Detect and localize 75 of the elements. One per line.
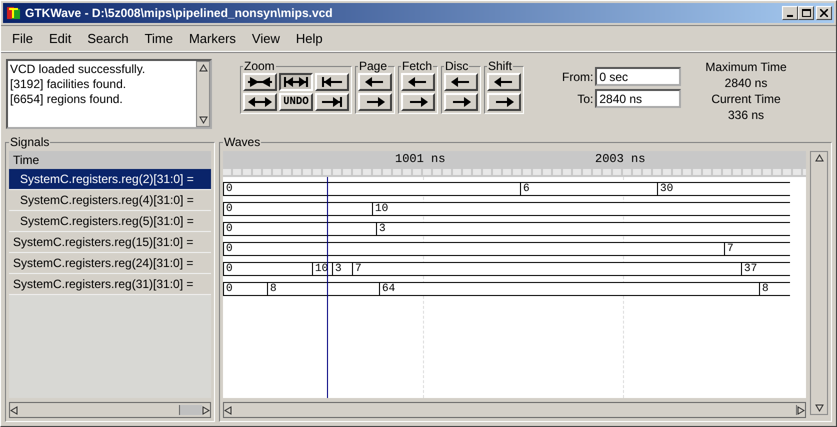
panel-title: Signals — [9, 135, 50, 149]
bus-value: 7 — [352, 262, 741, 276]
bus-value: 8 — [267, 282, 379, 296]
menu-item[interactable]: Markers — [180, 30, 244, 46]
group-label: Page — [358, 59, 388, 73]
minimize-button[interactable] — [782, 6, 798, 20]
ruler-label: 2003 ns — [595, 152, 646, 166]
signal-item[interactable]: SystemC.registers.reg(15)[31:0] = — [9, 232, 211, 253]
window-title: GTKWave - D:\5z008\mips\pipelined_nonsyn\mips.vcd — [25, 6, 333, 20]
group-label: Shift — [487, 59, 514, 73]
from-field[interactable]: 0 sec — [595, 67, 682, 86]
signal-item[interactable]: SystemC.registers.reg(24)[31:0] = — [9, 253, 211, 274]
maximize-button[interactable] — [798, 6, 814, 20]
zoom-icon — [246, 76, 274, 88]
log-line: VCD loaded successfully. — [10, 62, 146, 77]
left-arrow-icon[interactable] — [10, 406, 18, 414]
current-time-label: Current Time — [711, 91, 781, 107]
max-time-value: 2840 ns — [724, 75, 768, 91]
panel-title: Waves — [223, 135, 262, 149]
zoom-icon — [282, 76, 310, 88]
bus-value: 0 — [223, 242, 724, 256]
group-label: Zoom — [243, 59, 276, 73]
column-header: Time — [9, 151, 211, 169]
bus-value: 37 — [741, 262, 790, 276]
signal-item[interactable]: SystemC.registers.reg(2)[31:0] = — [9, 169, 211, 190]
log-line: [6654] regions found. — [10, 92, 124, 107]
bus-value: 3 — [376, 222, 790, 236]
up-arrow-icon[interactable] — [198, 64, 208, 72]
scrollbar[interactable] — [223, 402, 806, 418]
scrollbar[interactable] — [9, 402, 211, 418]
bus-value: 10 — [372, 202, 790, 216]
menu-item[interactable]: View — [244, 30, 288, 46]
menu-item[interactable]: Search — [79, 30, 137, 46]
from-label: From: — [562, 70, 594, 84]
down-arrow-icon[interactable] — [198, 116, 208, 124]
bus-value: 30 — [657, 182, 790, 196]
ruler-label: 1001 ns — [395, 152, 446, 166]
to-field[interactable]: 2840 ns — [595, 89, 682, 108]
time-marker[interactable] — [327, 177, 328, 398]
left-arrow-icon[interactable] — [224, 406, 232, 414]
bus-value: 8 — [759, 282, 790, 296]
app-icon — [7, 6, 21, 20]
scrollbar[interactable] — [810, 151, 828, 415]
signal-item[interactable]: SystemC.registers.reg(5)[31:0] = — [9, 211, 211, 232]
group-label: Fetch — [401, 59, 434, 73]
max-time-label: Maximum Time — [705, 59, 787, 75]
bus-value: 7 — [724, 242, 790, 256]
arrow-button[interactable] — [279, 73, 313, 91]
group-label: Disc — [444, 59, 470, 73]
undo-button[interactable]: UNDO — [279, 93, 313, 111]
menu-item[interactable]: Time — [136, 30, 181, 46]
right-arrow-icon[interactable] — [797, 406, 805, 414]
bus-value: 0 — [223, 262, 312, 276]
close-icon — [820, 9, 828, 17]
bus-value: 0 — [223, 202, 372, 216]
bus-value: 6 — [520, 182, 657, 196]
bus-value: 0 — [223, 222, 376, 236]
signal-item[interactable]: SystemC.registers.reg(4)[31:0] = — [9, 190, 211, 211]
close-button[interactable] — [816, 6, 832, 20]
log-line: [3192] facilities found. — [10, 77, 128, 92]
maximize-icon — [802, 9, 810, 17]
scrollbar[interactable] — [196, 61, 210, 127]
current-time-value: 336 ns — [728, 107, 764, 123]
up-arrow-icon[interactable] — [814, 154, 824, 162]
bus-value: 3 — [332, 262, 352, 276]
menu-item[interactable]: Help — [288, 30, 331, 46]
to-label: To: — [577, 92, 594, 106]
zoom-icon — [246, 96, 274, 108]
menu-item[interactable]: File — [4, 30, 41, 46]
bus-value: 64 — [379, 282, 759, 296]
down-arrow-icon[interactable] — [814, 404, 824, 412]
bus-value: 0 — [223, 182, 520, 196]
bus-value: 0 — [223, 282, 267, 296]
right-arrow-icon[interactable] — [202, 406, 210, 414]
menu-item[interactable]: Edit — [40, 30, 80, 46]
